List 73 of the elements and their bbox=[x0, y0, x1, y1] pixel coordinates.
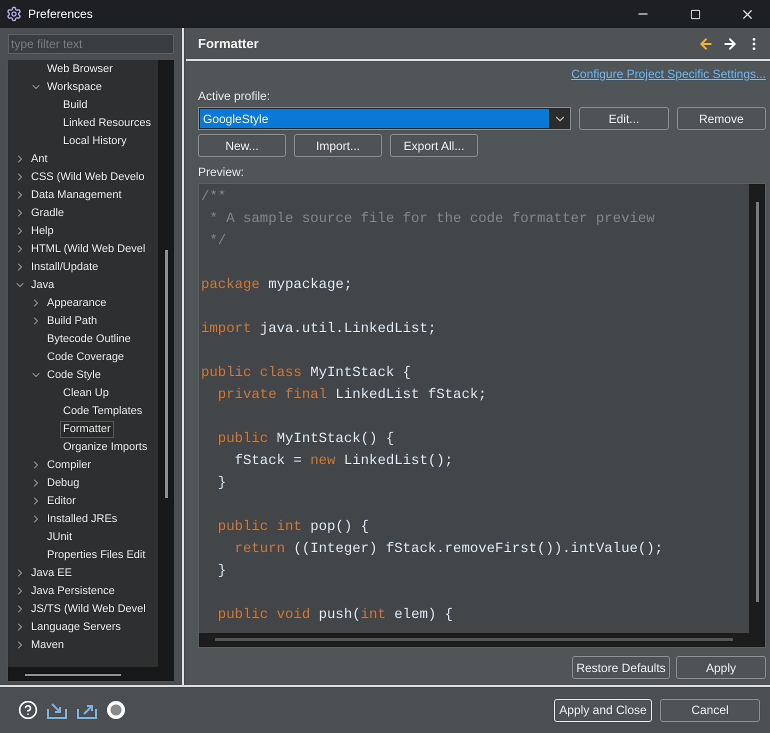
tree-item[interactable]: Help bbox=[28, 222, 57, 240]
help-icon[interactable] bbox=[18, 700, 38, 720]
tree-item[interactable]: Appearance bbox=[44, 294, 110, 312]
tree-item[interactable]: Properties Files Edit bbox=[44, 546, 148, 564]
code-line: fStack = new LinkedList(); bbox=[234, 452, 454, 471]
tree-item[interactable]: Compiler bbox=[44, 456, 94, 474]
profile-dropdown[interactable]: GoogleStyle bbox=[198, 107, 572, 130]
tree-item[interactable]: Ant bbox=[28, 150, 51, 168]
code-line: /** bbox=[201, 188, 228, 207]
tree-item[interactable]: Linked Resources bbox=[60, 114, 154, 132]
scrollbar[interactable] bbox=[749, 184, 765, 633]
code-line: public int pop() { bbox=[216, 518, 370, 537]
tree-item[interactable]: Code Style bbox=[44, 366, 104, 384]
page-button[interactable]: Apply bbox=[676, 656, 766, 679]
gear-icon bbox=[6, 6, 22, 22]
tree-item[interactable]: CSS (Wild Web Develo bbox=[28, 168, 148, 186]
code-line: public class MyIntStack { bbox=[201, 364, 412, 383]
tree-item[interactable]: Web Browser bbox=[44, 60, 116, 78]
tree-item[interactable]: Build bbox=[60, 96, 90, 114]
code-line: public MyIntStack() { bbox=[216, 430, 396, 449]
tree-item[interactable]: Editor bbox=[44, 492, 79, 510]
tree-item[interactable]: Data Management bbox=[28, 186, 124, 204]
profile-action-button[interactable]: New... bbox=[198, 134, 286, 157]
forward-icon[interactable] bbox=[722, 36, 738, 52]
code-line: return ((Integer) fStack.removeFirst()).intValue(); bbox=[234, 540, 664, 559]
tree-item[interactable]: Gradle bbox=[28, 204, 68, 222]
profile-action-button[interactable]: Export All... bbox=[390, 134, 478, 157]
tree-item[interactable]: Debug bbox=[44, 474, 82, 492]
configure-link[interactable]: Configure Project Specific Settings... bbox=[571, 67, 766, 81]
dialog-button[interactable]: Apply and Close bbox=[554, 698, 652, 722]
tree-item[interactable]: Code Templates bbox=[60, 402, 146, 420]
code-line: } bbox=[216, 562, 228, 581]
profile-button[interactable]: Remove bbox=[676, 107, 766, 130]
tree-item[interactable]: Organize Imports bbox=[60, 438, 150, 456]
preview-label: Preview: bbox=[198, 165, 246, 179]
tree-item[interactable]: Install/Update bbox=[28, 258, 102, 276]
tree-item[interactable]: Java EE bbox=[28, 564, 75, 582]
filter-field[interactable]: type filter text bbox=[8, 34, 174, 54]
code-line: public void push(int elem) { bbox=[216, 606, 454, 625]
tree-item[interactable]: Bytecode Outline bbox=[44, 330, 134, 348]
back-icon[interactable] bbox=[698, 36, 714, 52]
scrollbar[interactable] bbox=[158, 60, 174, 669]
profile-action-button[interactable]: Import... bbox=[294, 134, 382, 157]
tree-item[interactable]: Java bbox=[28, 276, 58, 294]
maximize-icon[interactable] bbox=[690, 8, 700, 20]
code-line: private final LinkedList fStack; bbox=[216, 386, 488, 405]
tree-item[interactable]: Code Coverage bbox=[44, 348, 128, 366]
scrollbar[interactable] bbox=[8, 667, 174, 681]
dialog-button[interactable]: Cancel bbox=[660, 698, 760, 722]
page-title: Formatter bbox=[198, 36, 260, 51]
window-title: Preferences bbox=[28, 7, 94, 21]
tree-item[interactable]: Maven bbox=[28, 636, 68, 654]
tree-item[interactable]: Workspace bbox=[44, 78, 105, 96]
code-line: import java.util.LinkedList; bbox=[201, 320, 438, 339]
tree-item[interactable]: Java Persistence bbox=[28, 582, 118, 600]
code-line: } bbox=[216, 474, 228, 493]
code-line: * A sample source file for the code formatter preview bbox=[208, 210, 656, 229]
scrollbar[interactable] bbox=[199, 633, 765, 647]
tree-item[interactable]: HTML (Wild Web Devel bbox=[28, 240, 148, 258]
tree-item[interactable]: Clean Up bbox=[60, 384, 112, 402]
page-button[interactable]: Restore Defaults bbox=[572, 656, 670, 679]
code-line: package mypackage; bbox=[201, 276, 354, 295]
tree-item[interactable]: Installed JREs bbox=[44, 510, 120, 528]
profile-button[interactable]: Edit... bbox=[579, 107, 669, 130]
tree-item[interactable]: JUnit bbox=[44, 528, 76, 546]
code-line: */ bbox=[208, 232, 228, 251]
tree-item[interactable]: Build Path bbox=[44, 312, 100, 330]
tree-item[interactable]: Formatter bbox=[60, 420, 114, 438]
tree-item[interactable]: Language Servers bbox=[28, 618, 124, 636]
profile-label: Active profile: bbox=[198, 89, 272, 103]
record-icon[interactable] bbox=[106, 700, 126, 720]
tree-item[interactable]: Local History bbox=[60, 132, 130, 150]
tree-item[interactable]: JS/TS (Wild Web Devel bbox=[28, 600, 149, 618]
